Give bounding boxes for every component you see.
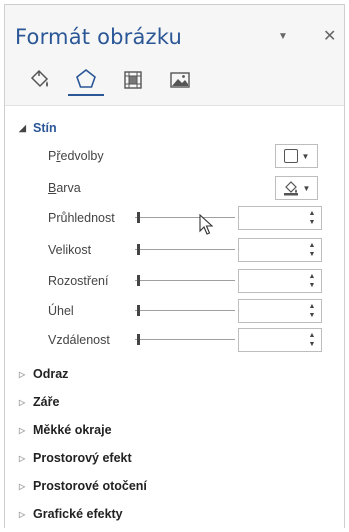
presets-label: Předvolby [48,147,104,165]
slider-track [135,249,235,250]
blur-label: Rozostření [48,274,109,288]
size-label: Velikost [48,243,92,257]
distance-label: Vzdálenost [48,333,110,347]
angle-slider[interactable] [135,302,235,320]
tab-effects[interactable] [68,64,104,96]
color-label: Barva [48,179,81,197]
access-key-char: ř [56,149,61,163]
access-key-char: B [48,181,57,195]
transparency-spinner[interactable]: ▲ ▼ [238,206,322,230]
spin-up-icon[interactable]: ▲ [307,209,317,218]
section-label: Prostorové otočení [33,479,147,493]
size-spinner[interactable]: ▲ ▼ [238,238,322,262]
collapsed-triangle-icon: ▷ [19,369,26,379]
section-label: Měkké okraje [33,423,112,437]
section-label: Záře [33,395,60,409]
blur-slider[interactable] [135,272,235,290]
transparency-label: Průhlednost [48,211,115,225]
color-picker[interactable]: ▼ [275,176,318,200]
size-slider[interactable] [135,241,235,259]
expanded-triangle-icon: ◢ [19,122,26,133]
spin-up-icon[interactable]: ▲ [307,302,317,311]
pane-tabs [21,64,198,96]
collapsed-triangle-icon: ▷ [19,425,26,435]
distance-input[interactable] [239,329,305,351]
shadow-preset-swatch-icon [283,149,298,163]
spin-down-icon[interactable]: ▼ [307,281,317,290]
tab-picture[interactable] [162,64,198,96]
size-input[interactable] [239,239,305,261]
slider-track [135,310,235,311]
section-label: Odraz [33,367,69,381]
collapsed-triangle-icon: ▷ [19,481,26,491]
close-icon[interactable]: ✕ [323,26,336,46]
spin-up-icon[interactable]: ▲ [307,331,317,340]
spin-down-icon[interactable]: ▼ [307,250,317,259]
pentagon-icon [76,68,96,88]
spin-down-icon[interactable]: ▼ [307,218,317,227]
collapsed-triangle-icon: ▷ [19,453,26,463]
paint-bucket-icon [283,181,298,196]
slider-track [135,280,235,281]
spinner-arrows[interactable]: ▲ ▼ [307,209,317,227]
angle-input[interactable] [239,300,305,322]
collapsed-triangle-icon: ▷ [19,397,26,407]
section-3d-format-header[interactable]: ▷ Prostorový efekt [19,448,132,468]
spin-up-icon[interactable]: ▲ [307,272,317,281]
section-reflection-header[interactable]: ▷ Odraz [19,364,68,384]
presets-label-text: Předvolby [48,149,104,163]
distance-spinner[interactable]: ▲ ▼ [238,328,322,352]
section-3d-rotation-header[interactable]: ▷ Prostorové otočení [19,476,147,496]
color-label-text: Barva [48,181,81,195]
collapsed-triangle-icon: ▷ [19,509,26,519]
spin-up-icon[interactable]: ▲ [307,241,317,250]
tab-layout-properties[interactable] [115,64,151,96]
layout-grid-icon [124,71,142,89]
picture-icon [170,72,190,88]
blur-input[interactable] [239,270,305,292]
section-label: Prostorový efekt [33,451,132,465]
section-shadow-header[interactable]: ◢ Stín [19,118,57,138]
pane-title: Formát obrázku [15,25,183,49]
angle-spinner[interactable]: ▲ ▼ [238,299,322,323]
slider-thumb[interactable] [137,305,140,316]
distance-slider[interactable] [135,331,235,349]
section-glow-header[interactable]: ▷ Záře [19,392,59,412]
chevron-down-icon: ▼ [301,151,310,161]
transparency-slider[interactable] [135,209,235,227]
spinner-arrows[interactable]: ▲ ▼ [307,331,317,349]
slider-track [135,339,235,340]
section-artistic-effects-header[interactable]: ▷ Grafické efekty [19,504,123,524]
spinner-arrows[interactable]: ▲ ▼ [307,241,317,259]
angle-label: Úhel [48,304,74,318]
spinner-arrows[interactable]: ▲ ▼ [307,272,317,290]
format-picture-pane: Formát obrázku ▼ ✕ ◢ Stín Předvolby ▼ Ba… [4,4,345,529]
slider-thumb[interactable] [137,244,140,255]
section-soft-edges-header[interactable]: ▷ Měkké okraje [19,420,112,440]
spin-down-icon[interactable]: ▼ [307,340,317,349]
spin-down-icon[interactable]: ▼ [307,311,317,320]
tab-fill-line[interactable] [21,64,57,96]
pane-options-chevron-down-icon[interactable]: ▼ [278,31,288,42]
paint-bucket-icon [30,69,49,88]
presets-picker[interactable]: ▼ [275,144,318,168]
transparency-input[interactable] [239,207,305,229]
pane-header: Formát obrázku ▼ ✕ [5,5,344,105]
slider-thumb[interactable] [137,334,140,345]
pane-content: ◢ Stín Předvolby ▼ Barva ▼ Průhlednost ▲… [5,105,344,529]
spinner-arrows[interactable]: ▲ ▼ [307,302,317,320]
section-shadow-label: Stín [33,121,57,135]
section-label: Grafické efekty [33,507,123,521]
chevron-down-icon: ▼ [302,183,311,193]
slider-track [135,217,235,218]
slider-thumb[interactable] [137,212,140,223]
blur-spinner[interactable]: ▲ ▼ [238,269,322,293]
slider-thumb[interactable] [137,275,140,286]
